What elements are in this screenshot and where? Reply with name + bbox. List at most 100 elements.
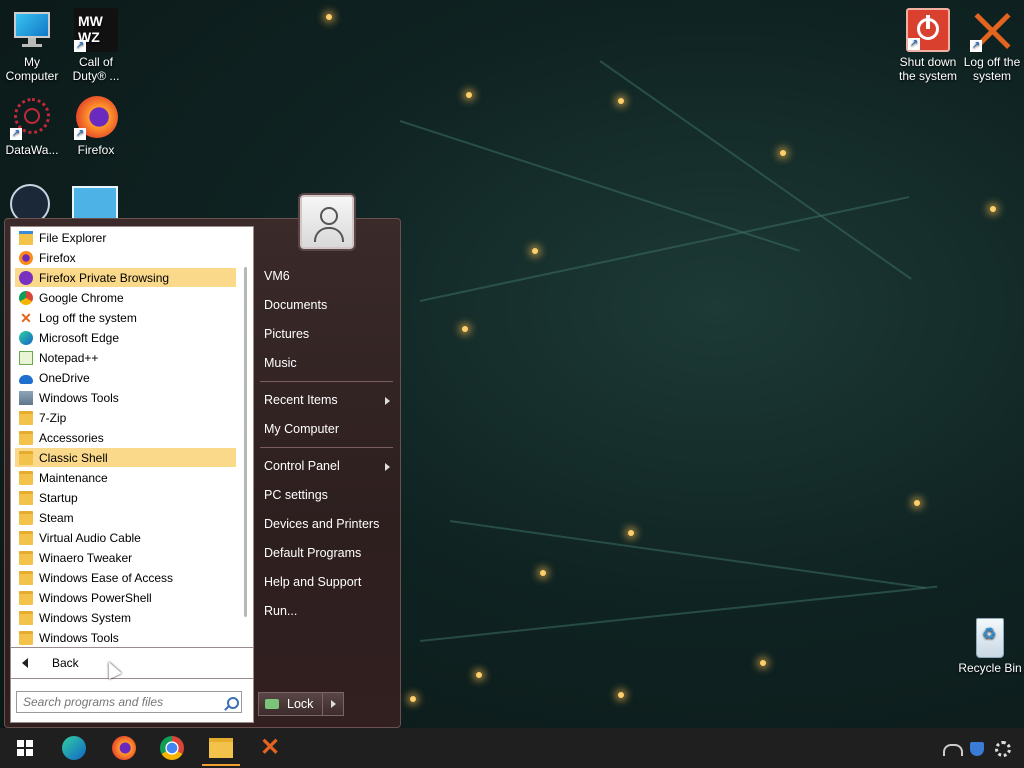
program-file-explorer[interactable]: File Explorer [15, 228, 236, 247]
shortcut-arrow-icon: ↗ [74, 128, 86, 140]
link-run[interactable]: Run... [264, 604, 297, 618]
desktop-icon-control[interactable] [72, 186, 118, 218]
folder-virtual-audio-cable[interactable]: Virtual Audio Cable [15, 528, 236, 547]
desktop-icon-recycle-bin[interactable]: ♻ Recycle Bin [958, 614, 1022, 675]
link-user-vm6[interactable]: VM6 [264, 269, 290, 283]
tools-icon [19, 390, 33, 405]
chrome-icon [160, 736, 184, 760]
folder-icon [19, 590, 33, 605]
program-google-chrome[interactable]: Google Chrome [15, 288, 236, 307]
close-x-icon: ↗ [970, 8, 1014, 52]
start-menu: File Explorer Firefox Firefox Private Br… [4, 195, 401, 728]
folder-windows-tools[interactable]: Windows Tools [15, 628, 236, 647]
desktop-icon-my-computer[interactable]: My Computer [0, 8, 64, 83]
shutdown-options-button[interactable] [322, 692, 344, 716]
notepad-icon [19, 350, 33, 365]
folder-startup[interactable]: Startup [15, 488, 236, 507]
link-documents[interactable]: Documents [264, 298, 327, 312]
taskbar-edge[interactable] [60, 734, 88, 762]
link-default-programs[interactable]: Default Programs [264, 546, 361, 560]
link-recent-items[interactable]: Recent Items [264, 393, 338, 407]
taskbar-file-explorer[interactable] [202, 734, 240, 766]
folder-icon [19, 410, 33, 425]
monitor-icon [10, 8, 54, 52]
edge-icon [19, 330, 33, 345]
game-logo-icon: MW WZ ↗ [74, 8, 118, 52]
folder-icon [19, 470, 33, 485]
desktop-icon-log-off[interactable]: ↗ Log off the system [960, 8, 1024, 83]
desktop-icon-shut-down[interactable]: ↗ Shut down the system [896, 8, 960, 83]
taskbar-chrome[interactable] [158, 734, 186, 762]
link-help-and-support[interactable]: Help and Support [264, 575, 361, 589]
folder-windows-system[interactable]: Windows System [15, 608, 236, 627]
folder-icon [19, 450, 33, 465]
lock-icon [265, 699, 279, 709]
folder-windows-powershell[interactable]: Windows PowerShell [15, 588, 236, 607]
desktop-icon-firefox[interactable]: ↗ Firefox [64, 96, 128, 157]
program-firefox[interactable]: Firefox [15, 248, 236, 267]
settings-tray-icon[interactable] [992, 734, 1014, 762]
search-area [10, 679, 254, 723]
link-my-computer[interactable]: My Computer [264, 422, 339, 436]
folder-classic-shell[interactable]: Classic Shell [15, 448, 236, 467]
shortcut-arrow-icon: ↗ [970, 40, 982, 52]
link-control-panel[interactable]: Control Panel [264, 459, 340, 473]
programs-list: File Explorer Firefox Firefox Private Br… [10, 226, 254, 648]
back-button[interactable]: Back [10, 648, 254, 679]
folder-icon [19, 490, 33, 505]
user-icon [320, 207, 338, 225]
private-browsing-icon [19, 270, 33, 285]
desktop-icon-datawa[interactable]: ↗ DataWa... [0, 96, 64, 157]
program-windows-tools[interactable]: Windows Tools [15, 388, 236, 407]
taskbar-firefox[interactable] [110, 734, 138, 762]
folder-windows-ease-of-access[interactable]: Windows Ease of Access [15, 568, 236, 587]
folder-icon [209, 738, 233, 758]
firefox-icon [112, 736, 136, 760]
security-tray-icon[interactable] [966, 734, 988, 762]
desktop-icon-label: Shut down the system [898, 55, 958, 83]
desktop-icon-label: DataWa... [5, 143, 59, 157]
desktop-icon-label: Firefox [77, 143, 115, 157]
menu-separator [260, 381, 393, 382]
desktop-icon-steam[interactable] [10, 184, 54, 218]
shortcut-arrow-icon: ↗ [74, 40, 86, 52]
program-onedrive[interactable]: OneDrive [15, 368, 236, 387]
cloud-icon [19, 374, 33, 384]
link-music[interactable]: Music [264, 356, 297, 370]
edge-icon [62, 736, 86, 760]
folder-icon [19, 430, 33, 445]
lock-button[interactable]: Lock [258, 692, 324, 716]
link-devices-and-printers[interactable]: Devices and Printers [264, 517, 379, 531]
link-pictures[interactable]: Pictures [264, 327, 309, 341]
folder-accessories[interactable]: Accessories [15, 428, 236, 447]
start-button[interactable] [12, 734, 40, 762]
taskbar-log-off[interactable]: ✕ [256, 734, 284, 762]
program-microsoft-edge[interactable]: Microsoft Edge [15, 328, 236, 347]
user-avatar[interactable] [300, 195, 354, 249]
search-icon[interactable] [227, 697, 239, 709]
desktop-icon-call-of-duty[interactable]: MW WZ ↗ Call of Duty® ... [64, 8, 128, 83]
desktop-icon-label: My Computer [5, 55, 59, 83]
program-log-off[interactable]: ✕ Log off the system [15, 308, 236, 327]
folder-icon [19, 630, 33, 645]
close-x-icon: ✕ [20, 309, 32, 326]
desktop-icon-label: Call of Duty® ... [72, 55, 120, 83]
program-notepad-plus-plus[interactable]: Notepad++ [15, 348, 236, 367]
folder-icon [19, 570, 33, 585]
steam-icon [10, 184, 50, 218]
programs-scrollbar[interactable] [244, 267, 247, 617]
search-input[interactable] [16, 691, 242, 713]
link-pc-settings[interactable]: PC settings [264, 488, 328, 502]
folder-maintenance[interactable]: Maintenance [15, 468, 236, 487]
folder-icon [19, 610, 33, 625]
menu-separator [260, 447, 393, 448]
network-tray-icon[interactable] [940, 734, 963, 762]
folder-icon [19, 550, 33, 565]
firefox-icon: ↗ [74, 96, 118, 140]
desktop-icon-label: Log off the system [963, 55, 1021, 83]
folder-steam[interactable]: Steam [15, 508, 236, 527]
folder-winaero-tweaker[interactable]: Winaero Tweaker [15, 548, 236, 567]
program-firefox-private[interactable]: Firefox Private Browsing [15, 268, 236, 287]
folder-7-zip[interactable]: 7-Zip [15, 408, 236, 427]
folder-icon [19, 530, 33, 545]
